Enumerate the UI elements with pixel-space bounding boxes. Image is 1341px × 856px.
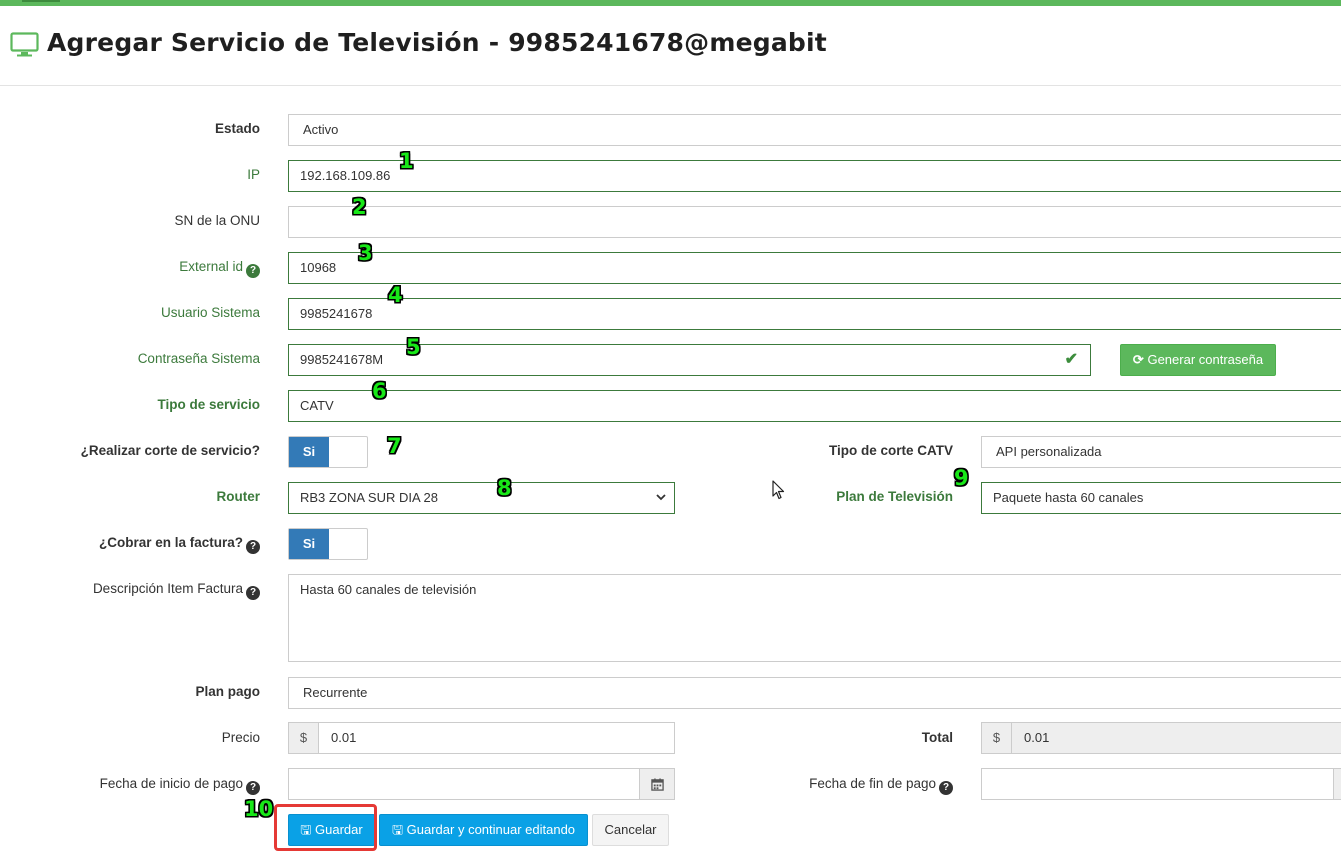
precio-label: Precio (221, 730, 260, 745)
plan-tv-select[interactable]: Paquete hasta 60 canales (981, 482, 1341, 514)
estado-select[interactable]: Activo (288, 114, 1341, 146)
total-input: 0.01 (1011, 722, 1341, 754)
router-label: Router (216, 489, 261, 504)
corte-toggle-on: Si (289, 437, 329, 467)
descripcion-label: Descripción Item Factura? (93, 581, 260, 600)
calendar-button-fin[interactable] (1333, 768, 1341, 800)
fecha-fin-input[interactable] (981, 768, 1334, 800)
cobrar-label: ¿Cobrar en la factura?? (99, 535, 260, 554)
help-icon[interactable]: ? (246, 264, 260, 278)
annotation-3: 3 (358, 241, 373, 265)
usuario-input[interactable]: 9985241678 (288, 298, 1341, 330)
page-header: Agregar Servicio de Televisión - 9985241… (0, 6, 1341, 86)
precio-input[interactable]: 0.01 (318, 722, 675, 754)
descripcion-textarea[interactable]: Hasta 60 canales de televisión (288, 574, 1341, 662)
help-icon[interactable]: ? (246, 586, 260, 600)
annotation-4: 4 (388, 283, 403, 307)
plan-tv-label: Plan de Televisión (836, 489, 953, 504)
save-continue-label: Guardar y continuar editando (406, 822, 576, 837)
contrasena-label: Contraseña Sistema (137, 351, 260, 366)
ip-label: IP (247, 167, 260, 182)
external-id-input[interactable]: 10968 (288, 252, 1341, 284)
sn-onu-input[interactable] (288, 206, 1341, 238)
corte-toggle[interactable]: Si (288, 436, 368, 468)
plan-pago-label: Plan pago (195, 684, 260, 699)
precio-currency: $ (288, 722, 319, 754)
generate-password-label: Generar contraseña (1147, 352, 1264, 367)
highlight-box (274, 804, 377, 851)
fecha-fin-label: Fecha de fin de pago? (809, 776, 953, 795)
top-tab-indicator (22, 0, 60, 2)
external-id-label: External id? (179, 259, 260, 278)
save-continue-button[interactable]: 🖫 Guardar y continuar editando (379, 814, 588, 846)
router-value: RB3 ZONA SUR DIA 28 (300, 490, 438, 505)
router-select[interactable]: RB3 ZONA SUR DIA 28 (288, 482, 675, 514)
usuario-label: Usuario Sistema (160, 305, 260, 320)
annotation-5: 5 (406, 335, 421, 359)
tipo-servicio-select[interactable]: CATV (288, 390, 1341, 422)
annotation-8: 8 (497, 476, 512, 500)
total-label: Total (921, 730, 953, 745)
annotation-6: 6 (372, 379, 387, 403)
page-title: Agregar Servicio de Televisión - 9985241… (47, 28, 827, 57)
fecha-inicio-label: Fecha de inicio de pago? (100, 776, 260, 795)
generate-password-button[interactable]: ⟳ Generar contraseña (1120, 344, 1276, 376)
cancel-button[interactable]: Cancelar (592, 814, 669, 846)
fecha-inicio-input[interactable] (288, 768, 640, 800)
calendar-button[interactable] (639, 768, 675, 800)
cobrar-toggle-on: Si (289, 529, 329, 559)
help-icon[interactable]: ? (939, 781, 953, 795)
descripcion-label-text: Descripción Item Factura (92, 581, 243, 596)
chevron-down-icon (656, 494, 666, 501)
calendar-icon (651, 778, 664, 791)
annotation-1: 1 (399, 149, 414, 173)
help-icon[interactable]: ? (246, 540, 260, 554)
contrasena-value: 9985241678M (300, 352, 384, 367)
tipo-corte-select[interactable]: API personalizada (981, 436, 1341, 468)
external-id-label-text: External id (179, 259, 243, 274)
tipo-corte-label: Tipo de corte CATV (828, 443, 953, 458)
plan-pago-select[interactable]: Recurrente (288, 677, 1341, 709)
fecha-inicio-label-text: Fecha de inicio de pago (99, 776, 243, 791)
annotation-7: 7 (387, 434, 402, 458)
annotation-9: 9 (954, 466, 969, 490)
mouse-cursor-icon (772, 480, 785, 500)
help-icon[interactable]: ? (246, 781, 260, 795)
cobrar-toggle[interactable]: Si (288, 528, 368, 560)
ip-input[interactable]: 192.168.109.86 (288, 160, 1341, 192)
corte-label: ¿Realizar corte de servicio? (80, 443, 260, 458)
floppy-icon: 🖫 (391, 822, 404, 837)
refresh-icon: ⟳ (1132, 352, 1144, 367)
total-currency: $ (981, 722, 1012, 754)
fecha-fin-label-text: Fecha de fin de pago (809, 776, 936, 791)
tv-icon (10, 32, 39, 57)
tipo-servicio-label: Tipo de servicio (157, 397, 260, 412)
estado-label: Estado (214, 121, 260, 136)
annotation-2: 2 (352, 195, 367, 219)
cobrar-label-text: ¿Cobrar en la factura? (98, 535, 243, 550)
sn-onu-label: SN de la ONU (174, 213, 260, 228)
check-icon: ✔ (1064, 351, 1078, 368)
annotation-10: 10 (244, 797, 274, 821)
